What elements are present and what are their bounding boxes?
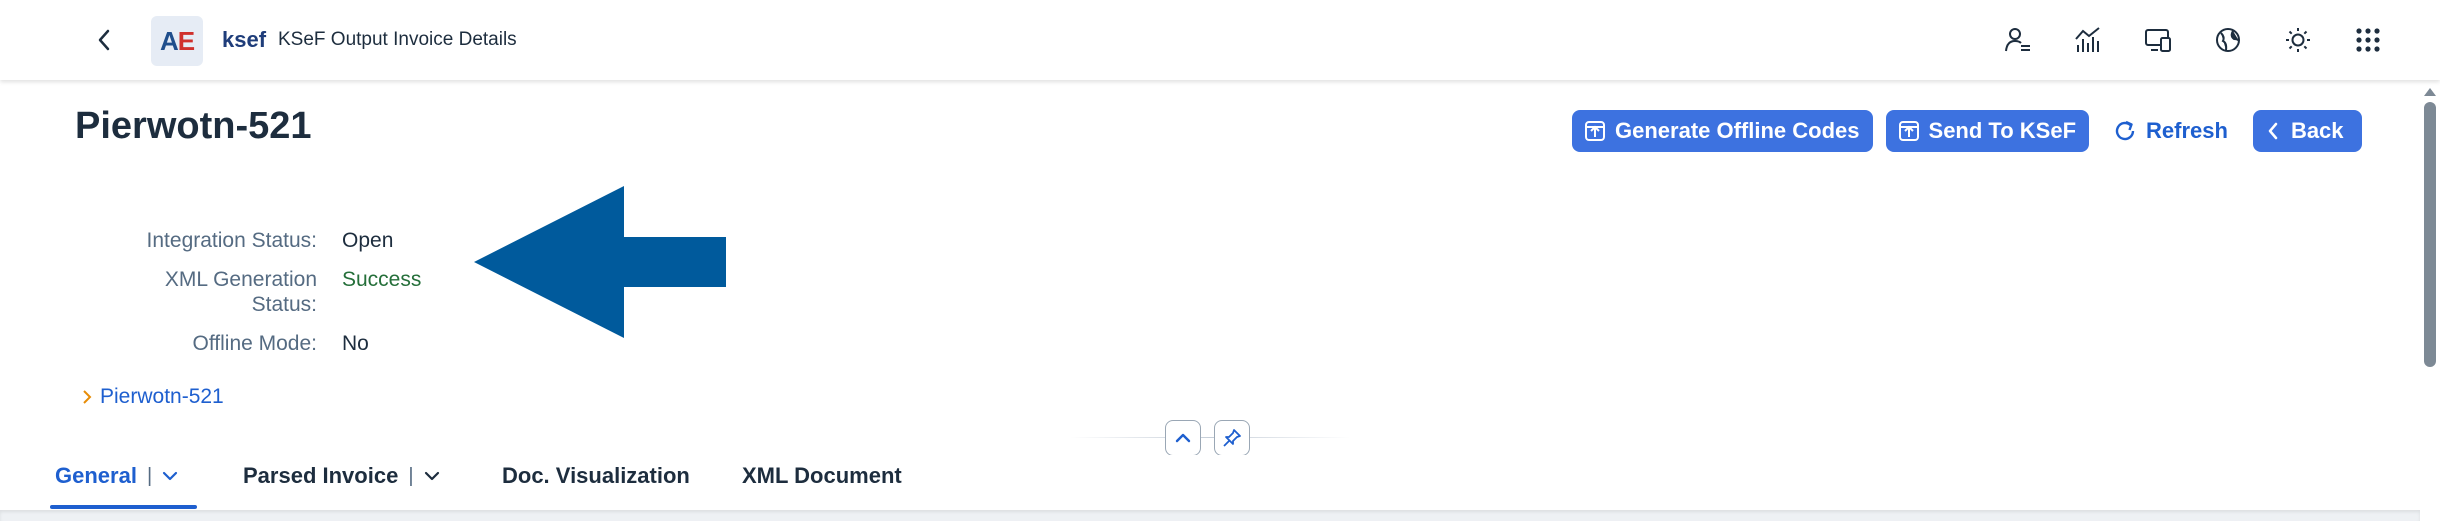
user-menu-icon[interactable] — [1998, 20, 2038, 60]
integration-status-label: Integration Status: — [146, 229, 317, 252]
xml-generation-status-label-line2: Status: — [251, 293, 317, 316]
header-actions: Generate Offline Codes Send To KSeF Refr… — [1572, 110, 2362, 152]
pin-icon — [1223, 429, 1241, 447]
tab-general[interactable]: General | — [55, 463, 178, 489]
tab-xml-document-label: XML Document — [742, 463, 902, 488]
chevron-down-icon[interactable] — [424, 470, 440, 482]
shell-title: KSeF Output Invoice Details — [278, 29, 517, 50]
page-title: Pierwotn-521 — [75, 105, 312, 147]
tab-bar: General | Parsed Invoice | Doc. Visualiz… — [0, 455, 2420, 510]
chevron-down-icon[interactable] — [162, 470, 178, 482]
generate-offline-codes-label: Generate Offline Codes — [1615, 118, 1860, 143]
scrollbar-thumb[interactable] — [2424, 102, 2436, 367]
pin-header-button[interactable] — [1214, 420, 1250, 456]
tab-separator: | — [408, 464, 414, 487]
upload-box-icon — [1585, 121, 1605, 141]
related-object-link[interactable]: Pierwotn-521 — [82, 385, 224, 409]
send-to-ksef-label: Send To KSeF — [1928, 118, 2077, 143]
refresh-button[interactable]: Refresh — [2102, 110, 2238, 152]
tab-parsed-invoice-label: Parsed Invoice — [243, 463, 399, 488]
xml-generation-status-value: Success — [342, 268, 422, 291]
refresh-icon — [2115, 120, 2135, 141]
device-icon[interactable] — [2138, 20, 2178, 60]
header-divider — [1070, 437, 1350, 438]
integration-status-value: Open — [342, 229, 394, 252]
chevron-left-icon — [98, 29, 110, 51]
upload-box-icon — [1898, 121, 1919, 141]
tab-general-label: General — [55, 463, 137, 488]
tab-selection-indicator — [50, 505, 197, 509]
content-area — [0, 510, 2420, 521]
app-name: ksef — [222, 27, 267, 52]
logo-letter-a: A — [159, 25, 179, 56]
offline-mode-value: No — [342, 332, 369, 355]
offline-mode-label: Offline Mode: — [192, 332, 317, 355]
annotation-arrow — [474, 186, 726, 338]
tab-xml-document[interactable]: XML Document — [742, 463, 902, 489]
shell-bar: AE ksef KSeF Output Invoice Details — [0, 0, 2440, 80]
chevron-left-icon — [2268, 122, 2278, 140]
vertical-scrollbar[interactable] — [2420, 80, 2440, 521]
app-grid-icon[interactable] — [2348, 20, 2388, 60]
related-object-link-label: Pierwotn-521 — [100, 385, 224, 408]
nav-back-button[interactable] — [88, 24, 120, 56]
shell-actions — [1998, 20, 2388, 60]
generate-offline-codes-button[interactable]: Generate Offline Codes — [1572, 110, 1873, 152]
collapse-header-button[interactable] — [1165, 420, 1201, 456]
theme-icon[interactable] — [2278, 20, 2318, 60]
tab-separator: | — [146, 464, 153, 487]
back-label: Back — [2290, 118, 2344, 143]
chevron-up-icon — [1175, 433, 1191, 443]
company-logo[interactable]: AE — [151, 16, 203, 66]
scroll-up-arrow-icon[interactable] — [2424, 88, 2436, 96]
tab-doc-visualization[interactable]: Doc. Visualization — [502, 463, 690, 489]
tab-doc-visualization-label: Doc. Visualization — [502, 463, 690, 488]
send-to-ksef-button[interactable]: Send To KSeF — [1885, 110, 2090, 152]
refresh-label: Refresh — [2146, 118, 2228, 143]
logo-letter-e: E — [177, 25, 195, 56]
tab-parsed-invoice[interactable]: Parsed Invoice | — [243, 463, 440, 489]
xml-generation-status-label-line1: XML Generation — [164, 268, 317, 291]
globe-icon[interactable] — [2208, 20, 2248, 60]
chevron-right-icon — [83, 390, 92, 404]
analytics-icon[interactable] — [2068, 20, 2108, 60]
back-button[interactable]: Back — [2252, 110, 2362, 152]
